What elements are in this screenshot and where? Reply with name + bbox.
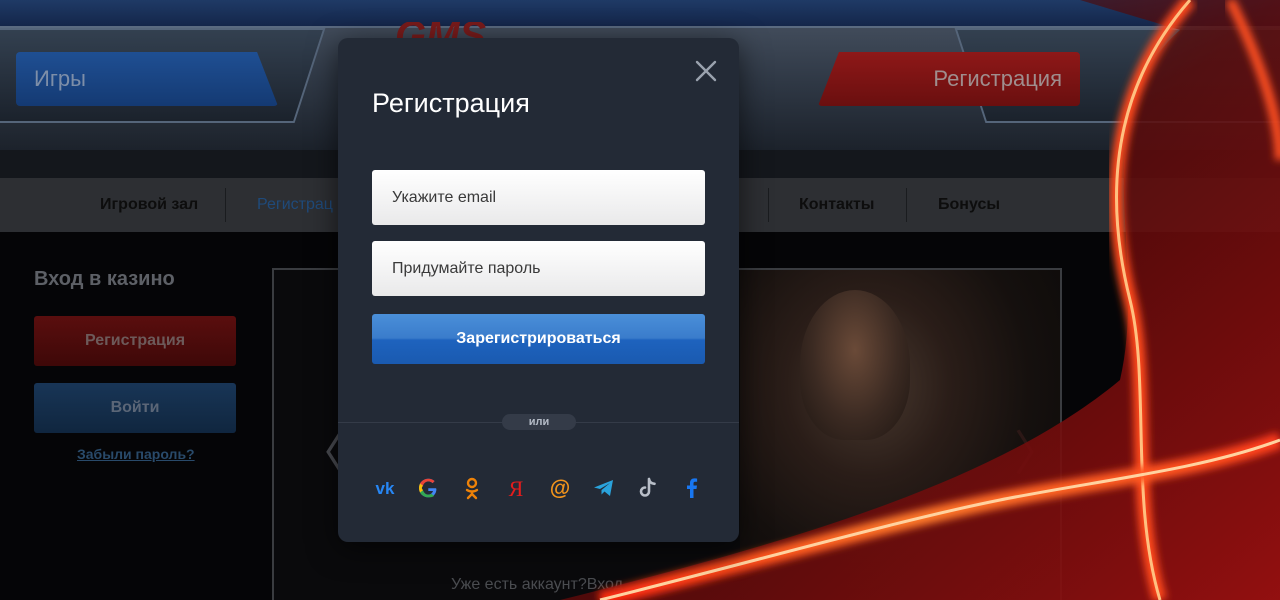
slider-next-icon[interactable]: 〉 [1014,414,1062,484]
forgot-password-link[interactable]: Забыли пароль? [77,446,195,462]
svg-text:vk: vk [376,479,395,498]
nav-item-bonuses[interactable]: Бонусы [938,178,1000,232]
register-submit-button[interactable]: Зарегистрироваться [372,314,705,364]
nav-item-game-hall[interactable]: Игровой зал [100,178,198,232]
header-register-button[interactable]: Регистрация [818,52,1080,106]
promo-portrait [800,290,910,440]
close-icon[interactable] [693,58,719,84]
sidebar-register-button[interactable]: Регистрация [34,316,236,366]
nav-item-registration[interactable]: Регистрац [257,178,333,232]
email-field[interactable] [372,170,705,225]
sidebar-title: Вход в казино [34,268,175,290]
odnoklassniki-icon[interactable] [459,475,485,501]
promo-image [740,270,1060,600]
games-button[interactable]: Игры [16,52,278,106]
svg-text:Я: Я [509,476,524,501]
telegram-icon[interactable] [591,475,617,501]
facebook-icon[interactable] [679,475,705,501]
password-field[interactable] [372,241,705,296]
tiktok-icon[interactable] [635,475,661,501]
sidebar-login-button[interactable]: Войти [34,383,236,433]
nav-separator [768,188,769,222]
mail-icon[interactable]: @ [547,475,573,501]
vk-icon[interactable]: vk [372,475,398,501]
nav-item-contacts[interactable]: Контакты [799,178,874,232]
google-icon[interactable] [415,475,441,501]
modal-title: Регистрация [372,88,530,118]
yandex-icon[interactable]: Я [503,475,529,501]
page: GMS Игры Регистрация Игровой зал Регистр… [0,0,1280,600]
have-account-link[interactable]: Уже есть аккаунт?Вход [451,576,623,594]
svg-text:@: @ [550,477,570,500]
or-label: или [502,414,576,430]
header-frame [0,0,1280,28]
nav-separator [906,188,907,222]
nav-separator [225,188,226,222]
